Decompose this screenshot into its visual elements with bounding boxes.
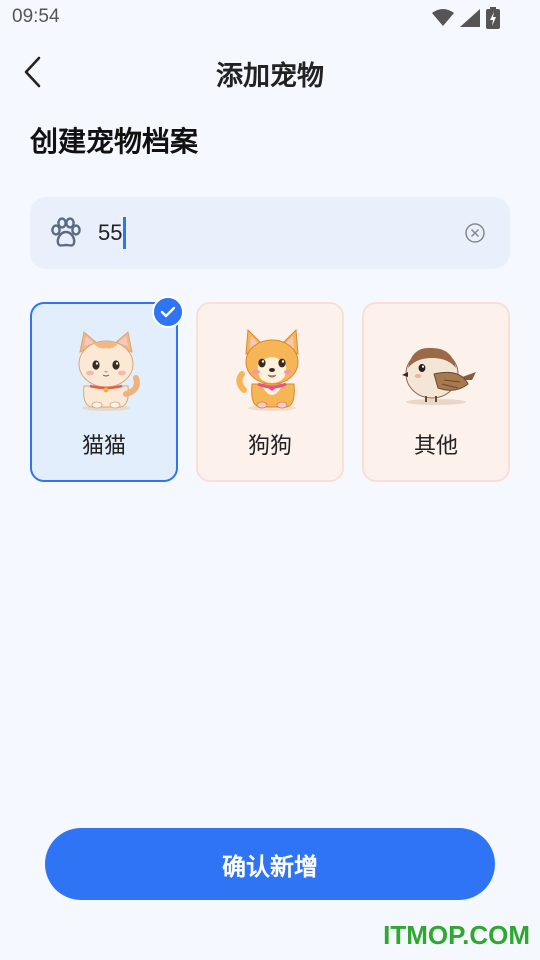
check-icon: [160, 306, 176, 318]
page-title: 添加宠物: [216, 61, 324, 92]
cat-illustration: [78, 331, 140, 411]
clear-button[interactable]: [464, 222, 486, 244]
pet-type-label: 狗狗: [247, 434, 292, 459]
confirm-add-button[interactable]: 确认新增: [45, 828, 495, 900]
pet-type-card-cat[interactable]: 猫猫: [30, 296, 184, 482]
section-title: 创建宠物档案: [30, 125, 199, 158]
text-caret: [123, 217, 127, 249]
paw-icon: [48, 215, 84, 251]
pet-type-card-dog[interactable]: 狗狗: [196, 302, 344, 482]
wifi-icon: [432, 9, 454, 26]
pet-name-field[interactable]: 55: [30, 197, 510, 269]
pet-name-value: 55: [98, 220, 123, 245]
battery-charging-icon: [486, 7, 500, 29]
bird-illustration: [402, 347, 476, 405]
watermark: ITMOP.COM: [383, 920, 530, 950]
pet-type-label: 猫猫: [81, 434, 126, 459]
pet-type-card-other[interactable]: 其他: [362, 302, 510, 482]
signal-icon: [460, 9, 480, 27]
status-time: 09:54: [12, 6, 60, 27]
pet-type-selector: 猫猫 狗狗 其他: [30, 296, 510, 484]
pet-type-label: 其他: [413, 434, 458, 459]
clear-circle-icon: [465, 223, 485, 243]
status-bar: 09:54: [0, 0, 540, 34]
status-icons: [432, 7, 500, 29]
dog-illustration: [236, 328, 299, 411]
navigation-bar: 添加宠物: [0, 44, 540, 100]
pet-name-input[interactable]: 55: [98, 217, 127, 249]
selected-check-badge: [152, 296, 184, 328]
